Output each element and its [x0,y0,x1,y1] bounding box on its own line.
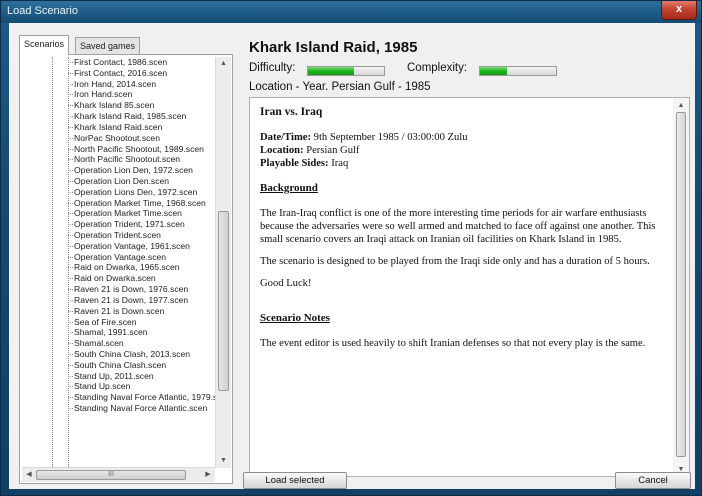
tree-item[interactable]: Operation Vantage, 1961.scen [22,241,215,252]
dialog-client-area: Scenarios Saved games First Contact, 198… [9,23,695,489]
tree-item[interactable]: First Contact, 2016.scen [22,68,215,79]
tree-item[interactable]: First Contact, 1986.scen [22,57,215,68]
tree-horizontal-scrollbar[interactable]: ◀ III ▶ [22,467,215,482]
tree-item[interactable]: Operation Lion Den.scen [22,176,215,187]
scenario-tree[interactable]: First Contact, 1986.scen First Contact, 2… [22,57,215,467]
title-bar[interactable]: Load Scenario x [1,1,701,23]
scroll-up-arrow-icon[interactable]: ▲ [673,98,689,112]
background-paragraph-3: Good Luck! [260,278,312,289]
tree-item[interactable]: Operation Vantage.scen [22,252,215,263]
background-paragraph-2: The scenario is designed to be played fr… [260,256,650,267]
location-label: Location: [260,145,304,156]
tree-item[interactable]: Raven 21 is Down, 1976.scen [22,284,215,295]
scenario-notes-paragraph: The event editor is used heavily to shif… [260,338,646,349]
scroll-right-arrow-icon[interactable]: ▶ [201,468,215,482]
tree-item[interactable]: Shamal, 1991.scen [22,327,215,338]
difficulty-label: Difficulty: [249,62,296,74]
complexity-meter-fill [480,67,507,75]
load-selected-button[interactable]: Load selected [243,472,347,489]
tree-item[interactable]: Raid on Dwarka, 1965.scen [22,262,215,273]
tree-item[interactable]: Khark Island Raid, 1985.scen [22,111,215,122]
playable-sides-value: Iraq [328,158,349,169]
tree-item[interactable]: Khark Island Raid.scen [22,122,215,133]
tree-item[interactable]: Standing Naval Force Atlantic.scen [22,403,215,414]
tree-item[interactable]: Iron Hand, 2014.scen [22,79,215,90]
scenario-title: Khark Island Raid, 1985 [249,39,418,56]
difficulty-meter [307,66,385,76]
tree-item[interactable]: Khark Island 85.scen [22,100,215,111]
complexity-meter [479,66,557,76]
tree-item[interactable]: Shamal.scen [22,338,215,349]
tree-vertical-scrollbar[interactable]: ▲ ▼ [215,57,231,468]
tree-item[interactable]: Raven 21 is Down, 1977.scen [22,295,215,306]
scenario-notes-heading: Scenario Notes [260,312,330,324]
tree-item[interactable]: Stand Up.scen [22,381,215,392]
scenario-description[interactable]: Iran vs. Iraq Date/Time: 9th September 1… [249,97,690,477]
tree-item[interactable]: Iron Hand.scen [22,89,215,100]
tree-item[interactable]: North Pacific Shootout, 1989.scen [22,144,215,155]
description-heading: Iran vs. Iraq [260,106,323,118]
playable-sides-label: Playable Sides: [260,158,329,169]
tree-item[interactable]: South China Clash, 2013.scen [22,349,215,360]
close-button[interactable]: x [661,1,697,20]
datetime-label: Date/Time: [260,132,311,143]
scroll-down-arrow-icon[interactable]: ▼ [216,454,231,468]
window-title: Load Scenario [7,5,78,17]
hscroll-thumb[interactable]: III [36,470,186,480]
scenarios-panel: First Contact, 1986.scen First Contact, 2… [19,54,233,484]
description-scroll-thumb[interactable] [676,112,686,457]
scroll-up-arrow-icon[interactable]: ▲ [216,57,231,71]
tree-item[interactable]: Raven 21 is Down.scen [22,306,215,317]
scroll-thumb[interactable] [218,211,229,391]
tree-item[interactable]: Stand Up, 2011.scen [22,371,215,382]
description-scrollbar[interactable]: ▲ ▼ [673,98,689,476]
tree-item[interactable]: Raid on Dwarka.scen [22,273,215,284]
background-paragraph-1: The Iran-Iraq conflict is one of the mor… [260,208,656,245]
tree-item[interactable]: Operation Trident.scen [22,230,215,241]
tree-item[interactable]: Standing Naval Force Atlantic, 1979.sce [22,392,215,403]
difficulty-meter-fill [308,67,354,75]
tree-item[interactable]: Operation Trident, 1971.scen [22,219,215,230]
background-heading: Background [260,182,318,194]
location-value: Persian Gulf [303,145,360,156]
cancel-button[interactable]: Cancel [615,472,691,489]
tree-item[interactable]: Sea of Fire.scen [22,317,215,328]
tree-item[interactable]: Operation Lions Den, 1972.scen [22,187,215,198]
tree-item[interactable]: NorPac Shootout.scen [22,133,215,144]
tree-item[interactable]: Operation Market Time, 1968.scen [22,198,215,209]
tab-saved-games[interactable]: Saved games [75,37,141,54]
tree-item[interactable]: Operation Lion Den, 1972.scen [22,165,215,176]
tab-scenarios[interactable]: Scenarios [19,35,70,55]
tree-item[interactable]: North Pacific Shootout.scen [22,154,215,165]
scenario-location: Location - Year. Persian Gulf - 1985 [249,81,431,93]
load-scenario-window: Load Scenario x Scenarios Saved games Fi… [0,0,702,496]
datetime-value: 9th September 1985 / 03:00:00 Zulu [311,132,468,143]
tree-item[interactable]: South China Clash.scen [22,360,215,371]
tree-item[interactable]: Operation Market Time.scen [22,208,215,219]
complexity-label: Complexity: [407,62,468,74]
scroll-left-arrow-icon[interactable]: ◀ [22,468,36,482]
